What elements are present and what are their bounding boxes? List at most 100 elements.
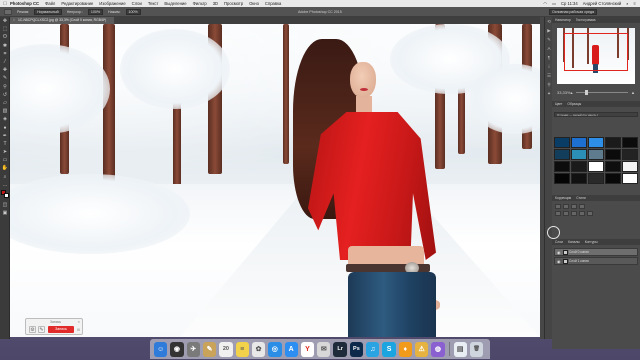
eyedropper-tool-icon[interactable]: ⁄	[0, 58, 10, 66]
stickies-icon[interactable]: ≡	[235, 341, 249, 357]
color-balance-icon[interactable]	[571, 211, 577, 216]
wifi-icon[interactable]: ◠	[543, 1, 547, 6]
finder-icon[interactable]: ☺	[154, 341, 168, 357]
gradient-tool-icon[interactable]: ▥	[0, 107, 10, 115]
swatch-color[interactable]	[622, 137, 638, 148]
menubar-user[interactable]: Андрей Столянский	[583, 1, 621, 6]
path-select-tool-icon[interactable]: ➤	[0, 148, 10, 156]
layer-row[interactable]: ◉ Слой 0 копия	[554, 248, 638, 256]
settings-gear-icon[interactable]: ⚙	[29, 326, 36, 333]
vibrance-icon[interactable]	[555, 211, 561, 216]
navigator-thumbnail[interactable]	[557, 28, 635, 84]
menu-view[interactable]: Просмотр	[224, 1, 243, 6]
shape-tool-icon[interactable]: ▭	[0, 156, 10, 164]
crop-tool-icon[interactable]: ⌗	[0, 50, 10, 58]
screen-mode-icon[interactable]: ▣	[0, 209, 10, 217]
move-tool-icon[interactable]: ✥	[0, 17, 10, 25]
levels-icon[interactable]	[563, 204, 569, 209]
menu-3d[interactable]: 3D	[213, 1, 218, 6]
swatch-color[interactable]	[571, 149, 587, 160]
quick-mask-icon[interactable]: ◫	[0, 201, 10, 209]
mail-icon[interactable]: ✉	[317, 341, 331, 357]
hand-tool-icon[interactable]: ✋	[0, 164, 10, 172]
swatch-color[interactable]	[605, 137, 621, 148]
type-tool-icon[interactable]: T	[0, 140, 10, 148]
eraser-tool-icon[interactable]: ▱	[0, 99, 10, 107]
menu-filter[interactable]: Фильтр	[193, 1, 207, 6]
lightroom-icon[interactable]: Lr	[333, 341, 347, 357]
black-white-icon[interactable]	[579, 211, 585, 216]
vpn-icon[interactable]: ♦	[398, 341, 412, 357]
zoom-in-icon[interactable]: ▲	[631, 90, 635, 95]
more-tools-icon[interactable]: …	[0, 181, 10, 189]
menu-select[interactable]: Выделение	[164, 1, 186, 6]
menu-app-name[interactable]: Photoshop CC	[10, 1, 39, 6]
swatch-color[interactable]	[554, 173, 570, 184]
clone-stamp-tool-icon[interactable]: ⚲	[0, 83, 10, 91]
photo-filter-icon[interactable]	[587, 211, 593, 216]
exposure-icon[interactable]	[579, 204, 585, 209]
curves-icon[interactable]	[571, 204, 577, 209]
gpu-icon[interactable]: ◍	[431, 341, 445, 357]
notification-center-icon[interactable]: ≡	[634, 1, 636, 6]
tool-preset-picker[interactable]	[4, 8, 12, 15]
swatch-color[interactable]	[622, 161, 638, 172]
calendar-icon[interactable]: 20	[219, 341, 233, 357]
swatch-color[interactable]	[588, 149, 604, 160]
background-color[interactable]	[4, 192, 9, 198]
swatch-color[interactable]	[588, 173, 604, 184]
menu-edit[interactable]: Редактирование	[61, 1, 93, 6]
menu-image[interactable]: Изображение	[99, 1, 125, 6]
swatch-color[interactable]	[622, 173, 638, 184]
notes-icon[interactable]: ✎	[202, 341, 217, 357]
photos-icon[interactable]: ✿	[251, 341, 266, 357]
swatch-color[interactable]	[605, 149, 621, 160]
menubar-clock[interactable]: Ср 11:34	[561, 1, 578, 6]
skype-icon[interactable]: S	[382, 341, 396, 357]
document-tab[interactable]: × 1C-N5CPQCLXSC2.jpg @ 33,3% (Слой 0 копи…	[10, 17, 115, 24]
menu-help[interactable]: Справка	[265, 1, 281, 6]
yandex-browser-icon[interactable]: Y	[300, 341, 315, 357]
swatch-color[interactable]	[571, 137, 587, 148]
transmit-icon[interactable]: ⚠	[415, 341, 429, 357]
blur-tool-icon[interactable]: ◈	[0, 115, 10, 123]
pen-tool-icon[interactable]: ✒	[0, 132, 10, 140]
history-brush-tool-icon[interactable]: ↺	[0, 91, 10, 99]
swatch-color[interactable]	[588, 137, 604, 148]
swatch-color[interactable]	[571, 173, 587, 184]
tab-styles[interactable]: Стили	[576, 195, 586, 201]
document-canvas[interactable]	[10, 24, 540, 337]
visibility-eye-icon[interactable]: ◉	[557, 249, 561, 256]
lasso-tool-icon[interactable]: ʘ	[0, 33, 10, 41]
brush-tool-icon[interactable]: ✎	[0, 74, 10, 82]
swatch-color[interactable]	[588, 161, 604, 172]
draw-pen-icon[interactable]: ✎	[38, 326, 45, 333]
quick-select-tool-icon[interactable]: ✱	[0, 42, 10, 50]
itunes-icon[interactable]: ♫	[366, 341, 380, 357]
zoom-value[interactable]: 33,33%	[557, 90, 571, 95]
safari-icon[interactable]: ◎	[268, 341, 282, 357]
record-button[interactable]: Запись	[48, 326, 74, 333]
zoom-tool-icon[interactable]: ⌕	[0, 173, 10, 181]
swatch-color[interactable]	[605, 173, 621, 184]
apple-menu-icon[interactable]: 	[0, 1, 10, 7]
healing-brush-tool-icon[interactable]: ✚	[0, 66, 10, 74]
swatch-color[interactable]	[554, 161, 570, 172]
swatch-color[interactable]	[571, 161, 587, 172]
zoom-slider-knob[interactable]	[585, 89, 589, 95]
swatch-preset-select[interactable]: Оттенки — серый (по умолч.)	[554, 112, 638, 117]
pause-button[interactable]: II	[76, 326, 81, 333]
menu-layers[interactable]: Слои	[132, 1, 142, 6]
documents-folder-icon[interactable]: ▤	[453, 341, 467, 357]
dodge-tool-icon[interactable]: ●	[0, 123, 10, 131]
photoshop-icon[interactable]: Ps	[349, 341, 364, 357]
swatch-color[interactable]	[554, 137, 570, 148]
dashboard-icon[interactable]: ◉	[170, 341, 184, 357]
zoom-out-icon[interactable]: ▴	[571, 90, 573, 95]
menu-window[interactable]: Окно	[249, 1, 259, 6]
appstore-icon[interactable]: A	[284, 341, 298, 357]
menu-type[interactable]: Текст	[148, 1, 159, 6]
swatch-color[interactable]	[605, 161, 621, 172]
recorder-close-icon[interactable]: ×	[78, 319, 80, 324]
color-swatches[interactable]	[0, 189, 10, 201]
